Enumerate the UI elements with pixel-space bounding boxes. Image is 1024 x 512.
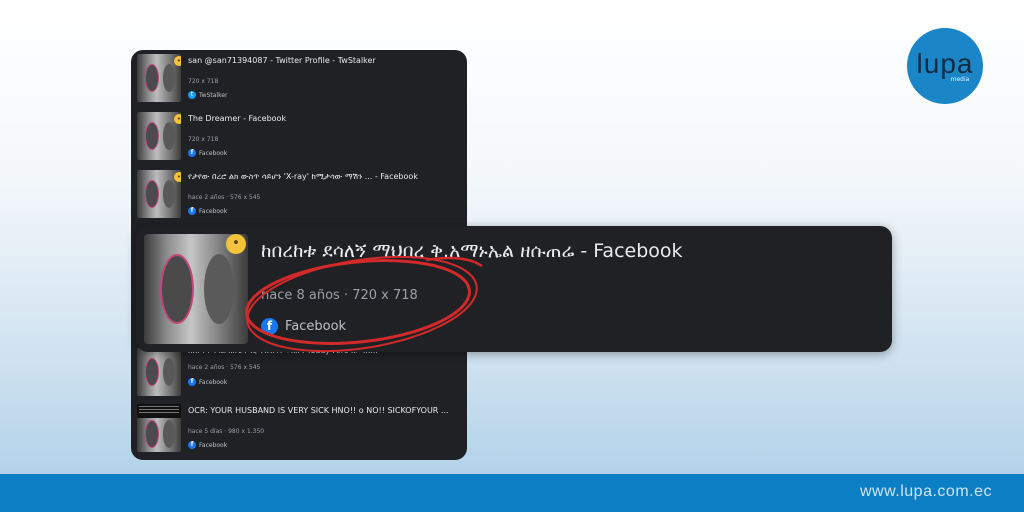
logo-text: lupa [916,47,974,79]
xray-thumbnail[interactable] [137,348,181,396]
xray-thumbnail[interactable] [137,416,181,452]
result-meta: hace 2 años · 576 x 545 [188,194,261,201]
zoomed-result-title[interactable]: ከበረከቱ ደሳለኝ ማህበረ ቅ.አማኑኤል ዘሱጠሬ - Facebook [261,240,683,262]
facebook-icon: f [188,149,196,157]
ocr-text-strip [137,404,181,418]
result-item[interactable]: • የታየው በረሮ ልክ ውስጥ ሳይሆን 'X-ray' ከሚታሳው ማሽን… [131,166,467,224]
result-item[interactable]: በበ. የቶሳሳል ዘዘጌ ዶሲ ቀዘዝጎገ ጥዘዘባ Teddy Afro ዘ… [131,344,467,402]
source-label: Facebook [285,319,347,334]
shocked-emoji-icon: • [226,234,246,254]
twstalker-icon: t [188,91,196,99]
result-title[interactable]: The Dreamer - Facebook [188,114,458,123]
zoomed-result-card[interactable]: • ከበረከቱ ደሳለኝ ማህበረ ቅ.አማኑኤል ዘሱጠሬ - Faceboo… [136,226,892,352]
result-source[interactable]: t TwStalker [188,91,228,99]
emoji-icon: • [174,114,181,124]
result-meta: hace 5 días · 980 x 1.350 [188,428,265,435]
result-source[interactable]: f Facebook [188,441,227,449]
zoomed-result-meta: hace 8 años · 720 x 718 [261,288,418,303]
xray-thumbnail[interactable]: • [137,54,181,102]
lupa-logo: lupa media [907,28,983,104]
result-item[interactable]: OCR: YOUR HUSBAND IS VERY SICK HNO!! o N… [131,400,467,458]
result-item[interactable]: • The Dreamer - Facebook 720 x 718 f Face… [131,108,467,166]
result-meta: 720 x 718 [188,136,219,143]
source-label: Facebook [199,441,228,449]
result-title[interactable]: የታየው በረሮ ልክ ውስጥ ሳይሆን 'X-ray' ከሚታሳው ማሽን .… [188,172,458,182]
footer-bar: www.lupa.com.ec [0,474,1024,512]
facebook-icon: f [261,318,278,335]
result-item[interactable]: • san @san71394087 - Twitter Profile - T… [131,50,467,108]
facebook-icon: f [188,378,196,386]
footer-url[interactable]: www.lupa.com.ec [860,483,992,501]
xray-thumbnail[interactable]: • [137,170,181,218]
source-label: TwStalker [199,91,228,99]
zoomed-result-source[interactable]: f Facebook [261,318,346,335]
source-label: Facebook [199,207,228,215]
emoji-icon: • [174,172,181,182]
facebook-icon: f [188,441,196,449]
emoji-icon: • [174,56,181,66]
result-meta: hace 2 años · 576 x 545 [188,364,261,371]
result-source[interactable]: f Facebook [188,378,227,386]
result-meta: 720 x 718 [188,78,219,85]
xray-thumbnail[interactable]: • [137,112,181,160]
result-source[interactable]: f Facebook [188,207,227,215]
result-source[interactable]: f Facebook [188,149,227,157]
result-title[interactable]: san @san71394087 - Twitter Profile - TwS… [188,56,458,65]
result-title[interactable]: OCR: YOUR HUSBAND IS VERY SICK HNO!! o N… [188,406,458,415]
logo-subtext: media [950,75,970,83]
facebook-icon: f [188,207,196,215]
source-label: Facebook [199,149,228,157]
source-label: Facebook [199,378,228,386]
